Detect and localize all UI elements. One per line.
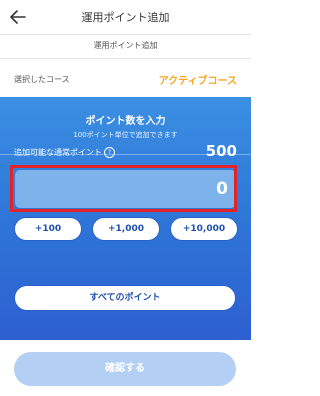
- available-points-label: 追加可能な通常ポイント?: [14, 147, 115, 158]
- app-header: 運用ポイント追加: [0, 0, 251, 35]
- confirm-button[interactable]: 確認する: [14, 352, 236, 386]
- all-points-button[interactable]: すべてのポイント: [14, 285, 236, 311]
- page-title: 運用ポイント追加: [81, 11, 170, 24]
- add-100-button[interactable]: +100: [14, 217, 82, 241]
- add-10000-button[interactable]: +10,000: [170, 217, 238, 241]
- panel-note: 100ポイント単位で追加できます: [73, 131, 178, 139]
- section-subtitle: 運用ポイント追加: [93, 41, 158, 50]
- course-label: 選択したコース: [14, 75, 70, 84]
- input-highlight-box: [10, 165, 237, 212]
- course-value: アクティブコース: [158, 76, 237, 87]
- available-points-label-text: 追加可能な通常ポイント: [14, 148, 102, 157]
- panel-divider: [0, 154, 251, 155]
- add-1000-button[interactable]: +1,000: [92, 217, 160, 241]
- divider: [0, 58, 251, 59]
- available-points-value: 500: [205, 142, 237, 160]
- help-icon[interactable]: ?: [104, 147, 115, 158]
- panel-title: ポイント数を入力: [85, 116, 166, 127]
